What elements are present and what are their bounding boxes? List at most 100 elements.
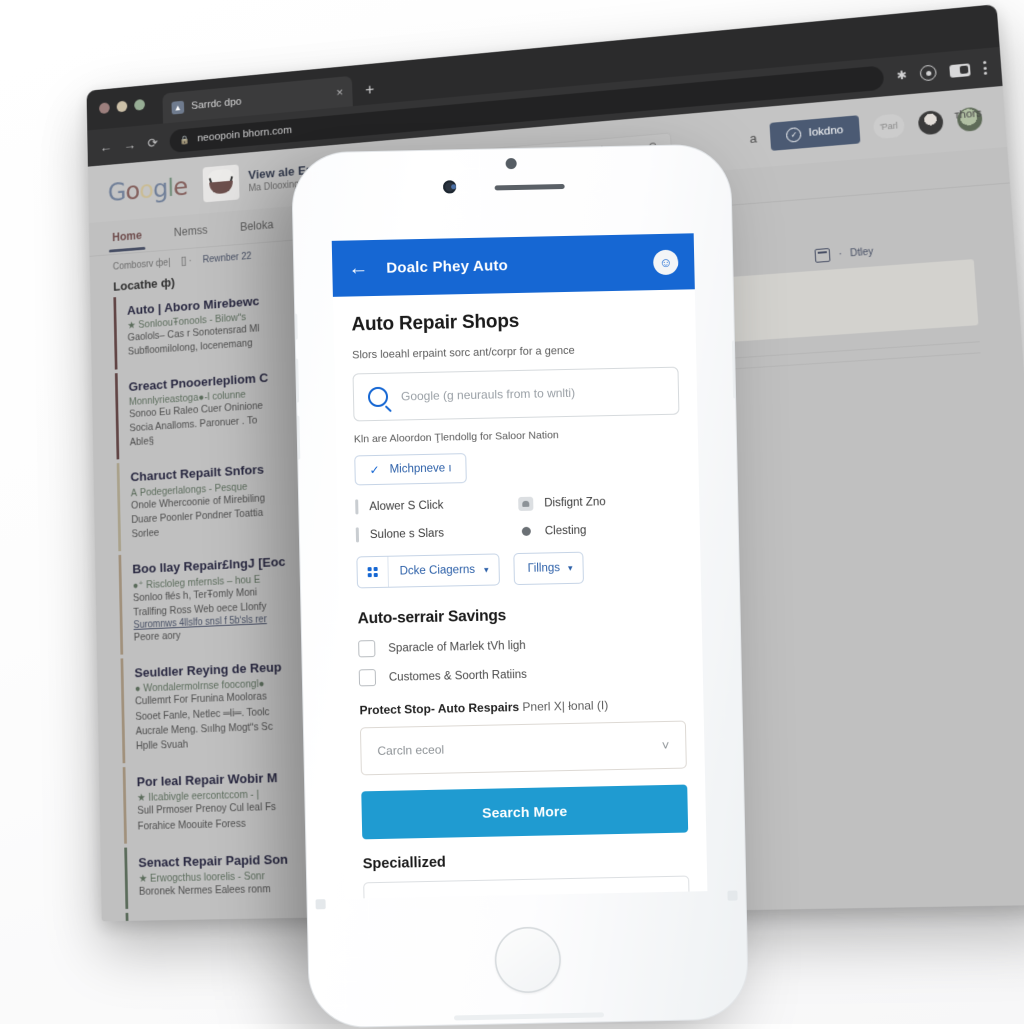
- back-icon[interactable]: ←: [348, 257, 368, 279]
- authors-label: тhors: [954, 107, 983, 122]
- header-cta-button[interactable]: ✓ Iokdno: [769, 114, 861, 151]
- option-item[interactable]: Sulone ѕ Slars: [355, 524, 519, 543]
- tab-beloka[interactable]: Beloka: [240, 218, 274, 234]
- dropdown-button-filters[interactable]: Гillngs ▾: [513, 551, 584, 586]
- dropdown-label: Гillngs: [527, 562, 561, 575]
- phone-antenna-line-left: [315, 899, 326, 910]
- calendar-icon: [814, 247, 831, 263]
- bar-marker-icon: [355, 527, 360, 543]
- search-icon: [367, 386, 389, 408]
- dropdown-button-categories[interactable]: Dcke Ciagerns ▾: [356, 553, 500, 589]
- select-dropdown[interactable]: Carcln eceol ˅: [359, 720, 687, 776]
- specialized-placeholder: Hoip ѕi'nancling to hore: [380, 896, 505, 898]
- chevron-down-icon: ˅: [661, 737, 670, 753]
- tab-home[interactable]: Home: [112, 229, 142, 244]
- google-logo: Google: [108, 172, 188, 207]
- profile-circle-icon[interactable]: [919, 64, 937, 82]
- reload-icon[interactable]: ⟳: [147, 135, 158, 151]
- app-favicon: ▲: [171, 100, 185, 115]
- checkbox-row[interactable]: Sparacle of Marlek tVh ligh: [358, 634, 684, 658]
- logo-letter-o2: o: [138, 175, 154, 205]
- home-button[interactable]: [494, 926, 562, 994]
- tab-title: Sarrdc dpo: [191, 95, 242, 112]
- phone-mute-switch[interactable]: [293, 313, 298, 340]
- dropdown-label: Dcke Ciagerns: [399, 563, 476, 578]
- lock-icon: 🔒: [180, 134, 191, 145]
- right-panel-badge: Dtley: [849, 246, 874, 259]
- search-more-button[interactable]: Search More: [361, 784, 689, 840]
- option-label: Alower S Click: [369, 499, 444, 513]
- checkbox-label: Sparacle of Marlek tVh ligh: [388, 639, 526, 655]
- option-label: Disfignt Zno: [544, 495, 606, 509]
- dropdown-button-row: Dcke Ciagerns ▾ Гillngs ▾: [356, 550, 683, 589]
- earpiece-speaker-icon: [494, 183, 565, 191]
- back-icon[interactable]: ←: [100, 139, 113, 155]
- option-item[interactable]: Disfignt Zno: [518, 493, 681, 511]
- screen-content: Auto Repair Shops Slors loeahl erpaint s…: [333, 289, 708, 899]
- option-item[interactable]: Clesting: [519, 521, 682, 539]
- header-cta-label: Iokdno: [808, 124, 844, 139]
- page-subtitle: Slors loeahl erpaint sorc ant/corpr for …: [352, 344, 575, 362]
- app-bar: ← Doalc Phey Auto ☺: [331, 233, 695, 297]
- account-circle-icon[interactable]: ☺: [652, 249, 679, 275]
- right-side-panel: · Dtley P: [707, 237, 981, 370]
- maximize-window-button[interactable]: [134, 98, 146, 111]
- protect-label: Protect Stop- Auto Respairs Pnerl Х| łon…: [359, 697, 685, 718]
- protect-label-bold: Protect Stop- Auto Respairs: [359, 700, 520, 718]
- right-panel-card[interactable]: [719, 259, 979, 343]
- cta-badge-icon: ✓: [786, 126, 803, 143]
- options-grid: Alower S Click Disfignt Zno Sulone ѕ Sla…: [355, 493, 682, 543]
- right-panel-dot: ·: [838, 248, 843, 260]
- specialized-input[interactable]: Hoip ѕi'nancling to hore: [363, 875, 691, 899]
- search-field[interactable]: Google (g neuraulѕ from to wnltі): [352, 366, 680, 422]
- proximity-sensor-icon: [505, 157, 517, 170]
- header-ghost-chip[interactable]: 'Pаrl: [872, 113, 905, 140]
- phone-screen: ← Doalc Phey Auto ☺ Auto Repair Shops Sl…: [331, 233, 708, 899]
- close-window-button[interactable]: [99, 102, 110, 115]
- tab-nemss[interactable]: Nemss: [174, 223, 208, 239]
- savings-heading: Auto-serrair Savings: [357, 607, 507, 628]
- front-camera-lens-icon: [451, 184, 457, 190]
- checkbox-label: Customes & Soorth Ratiins: [388, 668, 528, 684]
- search-placeholder: Google (g neuraulѕ from to wnltі): [400, 385, 576, 404]
- radio-marker-icon: [521, 526, 531, 536]
- chevron-down-icon: ▾: [567, 562, 573, 573]
- avatar[interactable]: [917, 109, 944, 136]
- logo-letter-e: e: [172, 172, 188, 202]
- logo-letter-o1: o: [125, 176, 140, 206]
- logo-letter-g2: g: [152, 173, 168, 204]
- option-label: Clesting: [544, 524, 587, 537]
- browser-toolbar-actions: ✱: [896, 60, 988, 84]
- header-mini-label: а: [749, 130, 758, 146]
- check-icon: ✓: [369, 462, 380, 478]
- checkbox-input[interactable]: [358, 669, 377, 687]
- selected-filter-chip[interactable]: ✓ Michpneve ı: [354, 453, 467, 486]
- protect-label-rest: Pnerl Х| łonal (I): [522, 698, 609, 714]
- specialized-heading: Speciallized: [362, 854, 446, 873]
- checkbox-input[interactable]: [358, 640, 376, 658]
- menu-kebab-icon[interactable]: [983, 60, 988, 75]
- forward-icon[interactable]: →: [123, 137, 136, 153]
- new-tab-button[interactable]: +: [365, 80, 375, 99]
- window-traffic-lights[interactable]: [99, 98, 146, 115]
- phone-mockup: ← Doalc Phey Auto ☺ Auto Repair Shops Sl…: [290, 143, 750, 1029]
- chevron-down-icon: ▾: [483, 564, 489, 575]
- extensions-icon[interactable]: ✱: [896, 68, 907, 82]
- google-header-actions: а ✓ Iokdno 'Pаrl: [749, 104, 983, 152]
- address-bar-url: neoopoin bhorn.com: [197, 124, 293, 145]
- close-icon[interactable]: ×: [336, 85, 343, 99]
- helper-note: Kln are Aloordon Ţlendollg for Saloor Na…: [353, 429, 559, 446]
- scene-root: ▲ Sarrdc dpo × + ← → ⟳ 🔒 neoopoin bhorn.…: [0, 0, 1024, 1029]
- results-meta-mid: [] ·: [181, 256, 192, 268]
- phone-top-bezel: [292, 145, 732, 242]
- minimize-window-button[interactable]: [116, 100, 128, 113]
- business-thumbnail-icon: [202, 164, 240, 203]
- option-label: Sulone ѕ Slars: [369, 527, 445, 541]
- checkbox-row[interactable]: Customes & Soorth Ratiins: [358, 663, 685, 687]
- filter-chip-label: Michpneve ı: [389, 462, 452, 476]
- grid-icon: [357, 556, 389, 588]
- app-bar-title: Doalc Phey Auto: [386, 256, 509, 277]
- cast-icon[interactable]: [949, 62, 971, 78]
- phone-bottom-antenna: [453, 1012, 605, 1021]
- option-item[interactable]: Alower S Click: [355, 496, 518, 515]
